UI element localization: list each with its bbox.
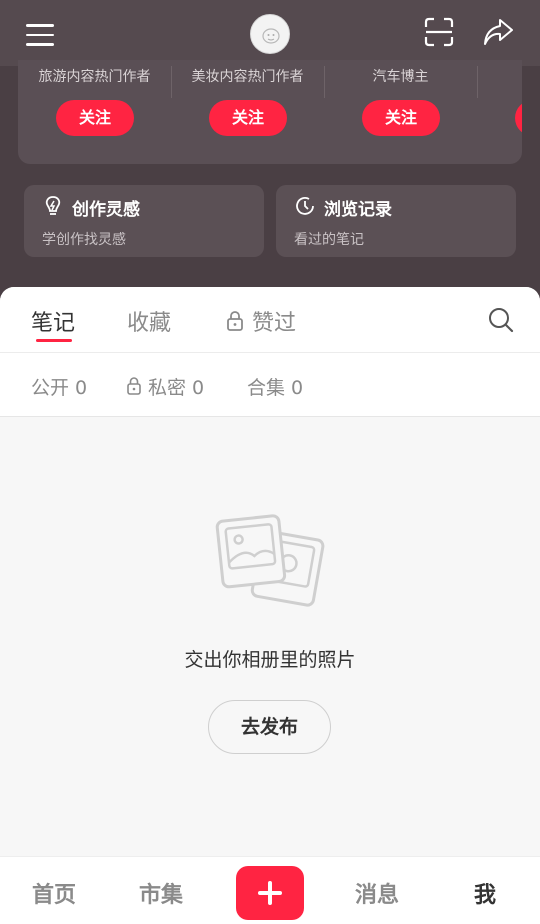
- bottom-nav: 首页 市集 消息 我: [0, 856, 540, 924]
- card-subtitle: 看过的笔记: [294, 232, 364, 248]
- note-visibility-tabs: 公开 0 私密 0 合集 0: [0, 353, 540, 417]
- nav-market[interactable]: 市集: [139, 877, 183, 909]
- tab-favorites[interactable]: 收藏: [127, 305, 171, 337]
- nav-home[interactable]: 首页: [32, 877, 76, 909]
- tab-liked-label: 赞过: [252, 311, 297, 336]
- content-panel: 笔记 收藏 赞过 公开 0 私密 0 合集 0 交出你相册里的照片 去发布: [0, 287, 540, 924]
- content-tabs: 笔记 收藏 赞过: [0, 287, 540, 353]
- empty-state-text: 交出你相册里的照片: [184, 649, 356, 671]
- tab-notes[interactable]: 笔记: [31, 305, 75, 337]
- follow-button[interactable]: 关注: [209, 100, 287, 136]
- recommended-creators: 旅游内容热门作者 关注 美妆内容热门作者 关注 汽车博主 关注: [18, 60, 522, 164]
- nav-me[interactable]: 我: [474, 877, 496, 909]
- follow-button[interactable]: 关注: [56, 100, 134, 136]
- create-post-button[interactable]: [236, 866, 304, 920]
- creator-card: 汽车博主 关注: [324, 60, 477, 164]
- subtab-private-label: 私密 0: [148, 377, 205, 399]
- creator-card-partial: [477, 60, 522, 164]
- hamburger-icon[interactable]: [26, 24, 54, 46]
- creator-card: 美妆内容热门作者 关注: [171, 60, 324, 164]
- browse-history-card[interactable]: 浏览记录 看过的笔记: [276, 185, 516, 257]
- card-title: 浏览记录: [324, 200, 392, 220]
- clock-icon: [296, 197, 314, 215]
- photos-empty-icon: [215, 514, 325, 607]
- creator-card: 旅游内容热门作者 关注: [18, 60, 171, 164]
- lock-icon: [227, 311, 243, 331]
- scan-icon[interactable]: [424, 17, 454, 47]
- creator-label: 美妆内容热门作者: [191, 69, 304, 85]
- publish-button[interactable]: 去发布: [208, 700, 331, 754]
- follow-button[interactable]: [515, 100, 522, 136]
- subtab-public[interactable]: 公开 0: [31, 373, 87, 400]
- subtab-private[interactable]: 私密 0: [126, 373, 204, 400]
- avatar[interactable]: [250, 14, 290, 54]
- lightbulb-icon: [45, 196, 61, 215]
- follow-button[interactable]: 关注: [362, 100, 440, 136]
- card-subtitle: 学创作找灵感: [42, 232, 126, 248]
- avatar-doodle-icon: [262, 28, 280, 44]
- top-header: [0, 0, 540, 66]
- lock-icon: [127, 377, 141, 395]
- search-icon[interactable]: [488, 307, 514, 333]
- creator-label: 汽车博主: [372, 69, 429, 85]
- creator-label: 旅游内容热门作者: [38, 69, 151, 85]
- nav-messages[interactable]: 消息: [355, 877, 399, 909]
- creative-inspiration-card[interactable]: 创作灵感 学创作找灵感: [24, 185, 264, 257]
- card-title: 创作灵感: [72, 200, 140, 220]
- tab-liked[interactable]: 赞过: [226, 305, 296, 337]
- tab-indicator: [36, 339, 72, 342]
- share-icon[interactable]: [482, 17, 514, 47]
- subtab-collections[interactable]: 合集 0: [247, 373, 303, 400]
